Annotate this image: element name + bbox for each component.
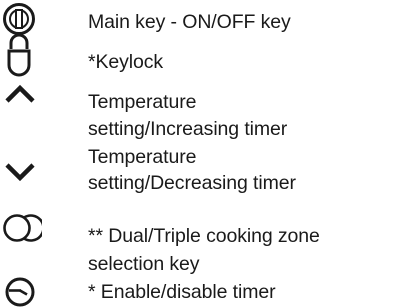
- chevron-up-icon: [5, 84, 35, 103]
- dual-zone-circles-icon: [2, 213, 42, 243]
- legend-line: ** Dual/Triple cooking zone: [88, 225, 320, 247]
- timer-clock-icon: [4, 276, 36, 308]
- padlock-icon: [5, 31, 33, 77]
- legend-line: Main key - ON/OFF key: [88, 11, 291, 33]
- legend-line: selection key: [88, 253, 200, 275]
- chevron-down-icon: [5, 163, 35, 182]
- legend-line: Temperature: [88, 91, 197, 113]
- legend-line: Temperature: [88, 146, 197, 168]
- legend-line: * Enable/disable timer: [88, 281, 276, 303]
- legend-line: setting/Increasing timer: [88, 118, 288, 140]
- legend-line: setting/Decreasing timer: [88, 172, 296, 194]
- legend-line: *Keylock: [88, 51, 164, 73]
